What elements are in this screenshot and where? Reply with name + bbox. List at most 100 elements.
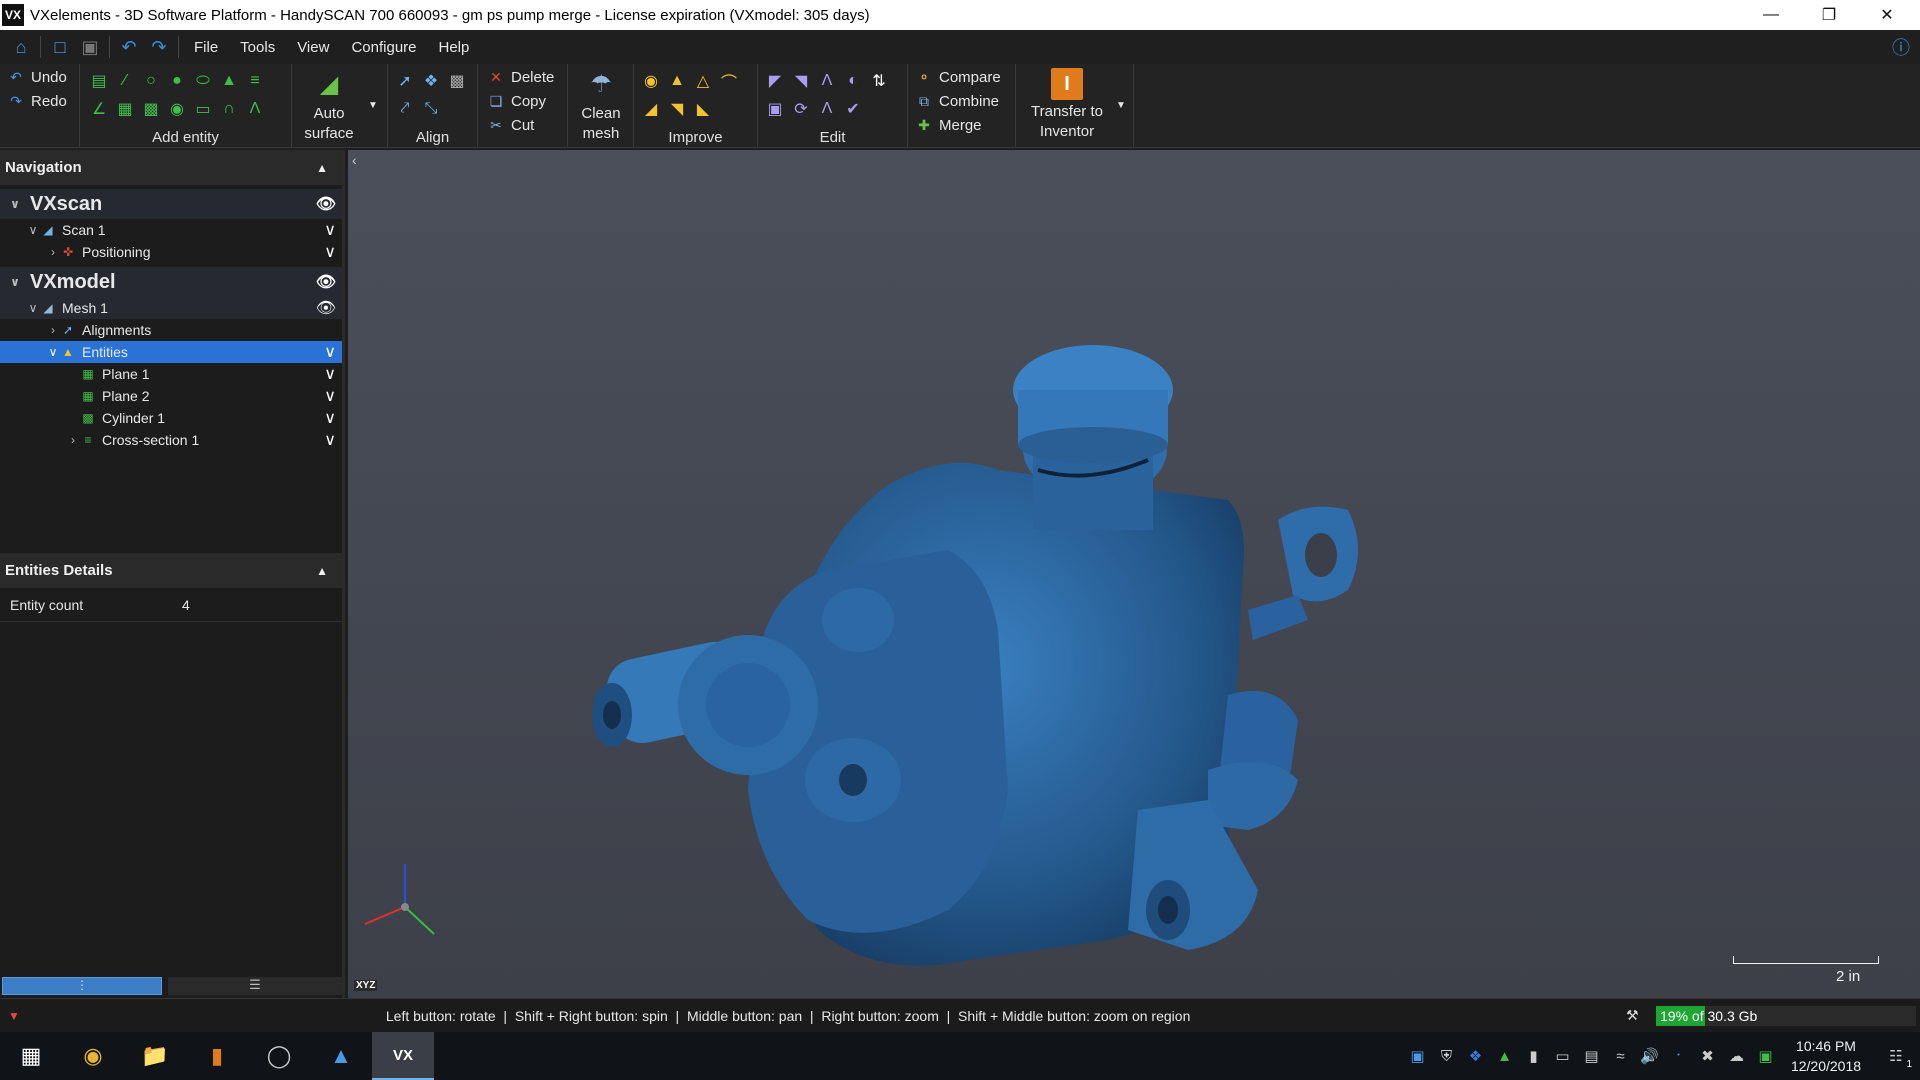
- cut-button[interactable]: ✂ Cut: [488, 117, 534, 134]
- tree-item-positioning[interactable]: › ✜ Positioning ∨: [0, 241, 342, 263]
- offset-icon[interactable]: ⟳: [790, 98, 812, 120]
- chevron-down-icon[interactable]: ∨: [26, 301, 40, 315]
- chevron-right-icon[interactable]: ›: [46, 323, 60, 337]
- eye-icon[interactable]: 👁: [316, 297, 336, 319]
- start-windows-icon[interactable]: ▦: [0, 1032, 62, 1080]
- file-explorer-icon[interactable]: 📁: [124, 1032, 186, 1080]
- auto-surface-button[interactable]: ◢ Auto surface: [296, 64, 362, 144]
- rectangle-entity-icon[interactable]: ▭: [192, 98, 214, 120]
- onedrive-icon[interactable]: ☁: [1722, 1032, 1751, 1080]
- autodesk-app-icon[interactable]: ▲: [310, 1032, 372, 1080]
- ellipse-entity-icon[interactable]: ⬭: [192, 70, 214, 92]
- display-icon[interactable]: ▤: [1577, 1032, 1606, 1080]
- battery-icon[interactable]: ▭: [1548, 1032, 1577, 1080]
- chevron-down-icon[interactable]: ∨: [324, 341, 336, 363]
- align-origin-icon[interactable]: ▩: [446, 70, 468, 92]
- google-drive-icon[interactable]: ▲: [1490, 1032, 1519, 1080]
- 3d-viewport[interactable]: ‹ XYZ 2 in: [348, 150, 1920, 998]
- validate-icon[interactable]: ✔: [842, 98, 864, 120]
- vxelements-app-icon[interactable]: VX: [372, 1032, 434, 1080]
- tree-item-entities[interactable]: ∨ ▲ Entities ∨: [0, 341, 342, 363]
- cylinder-entity-icon[interactable]: ▩: [140, 98, 162, 120]
- redo-icon[interactable]: ↷: [144, 32, 174, 62]
- mirror-icon[interactable]: ◐: [842, 70, 864, 92]
- network-icon[interactable]: ✖: [1693, 1032, 1722, 1080]
- point-entity-icon[interactable]: ●: [166, 70, 188, 92]
- list-view-toggle[interactable]: ☰: [168, 977, 342, 995]
- compare-button[interactable]: ⚬ Compare: [916, 69, 1001, 86]
- collapse-icon[interactable]: ▲: [316, 564, 328, 578]
- undo-icon[interactable]: ↶: [114, 32, 144, 62]
- grid-entity-icon[interactable]: ▦: [114, 98, 136, 120]
- thicken-icon[interactable]: Λ: [816, 98, 838, 120]
- polyline-entity-icon[interactable]: Λ: [244, 98, 266, 120]
- menu-file[interactable]: File: [183, 39, 229, 56]
- boolean-icon[interactable]: ▣: [764, 98, 786, 120]
- chevron-down-icon[interactable]: ∨: [46, 345, 60, 359]
- tree-item-alignments[interactable]: › ➚ Alignments: [0, 319, 342, 341]
- delete-button[interactable]: ✕ Delete: [488, 69, 554, 86]
- clean-mesh-button[interactable]: ☂ Clean mesh: [570, 64, 632, 144]
- fill-holes-icon[interactable]: ◉: [640, 70, 662, 92]
- clock[interactable]: 10:46 PM 12/20/2018: [1780, 1036, 1872, 1076]
- chevron-down-icon[interactable]: ∨: [0, 275, 30, 289]
- chevron-down-icon[interactable]: ∨: [0, 197, 30, 211]
- chevron-right-icon[interactable]: ›: [46, 245, 60, 259]
- chevron-down-icon[interactable]: ∨: [324, 385, 336, 407]
- cross-section-entity-icon[interactable]: ≡: [244, 70, 266, 92]
- dropbox-icon[interactable]: ❖: [1461, 1032, 1490, 1080]
- tree-item-plane1[interactable]: ▦ Plane 1 ∨: [0, 363, 342, 385]
- chevron-down-icon[interactable]: ∨: [324, 407, 336, 429]
- align-axis-icon[interactable]: ⤤: [394, 98, 416, 120]
- line-entity-icon[interactable]: ∕: [114, 70, 136, 92]
- security-shield-icon[interactable]: ⛨: [1432, 1032, 1461, 1080]
- sharpen-icon[interactable]: ◥: [666, 98, 688, 120]
- tree-view-toggle[interactable]: ⋮: [2, 977, 162, 995]
- eye-icon[interactable]: 👁: [316, 189, 336, 219]
- menu-tools[interactable]: Tools: [229, 39, 286, 56]
- new-file-icon[interactable]: □: [45, 32, 75, 62]
- save-icon[interactable]: ▣: [75, 32, 105, 62]
- chevron-down-icon[interactable]: ∨: [26, 223, 40, 237]
- tree-item-cross-section1[interactable]: › ≡ Cross-section 1 ∨: [0, 429, 342, 451]
- slot-entity-icon[interactable]: ∩: [218, 98, 240, 120]
- sphere-entity-icon[interactable]: ◉: [166, 98, 188, 120]
- tree-item-mesh1[interactable]: ∨ ◢ Mesh 1 👁: [0, 297, 342, 319]
- help-icon[interactable]: ⓘ: [1886, 32, 1916, 62]
- copy-button[interactable]: ❏ Copy: [488, 93, 546, 110]
- details-header[interactable]: Entities Details ▲: [0, 553, 342, 588]
- pump-mesh-model[interactable]: [592, 345, 1358, 966]
- close-button[interactable]: ✕: [1858, 0, 1916, 30]
- chrome-icon[interactable]: ◉: [62, 1032, 124, 1080]
- plane-entity-icon[interactable]: ▤: [88, 70, 110, 92]
- bridge-icon[interactable]: ⌒: [718, 70, 740, 92]
- align-points-icon[interactable]: ⤡: [420, 98, 442, 120]
- menu-help[interactable]: Help: [428, 39, 481, 56]
- split-icon[interactable]: ⇅: [868, 70, 890, 92]
- cone-entity-icon[interactable]: ▲: [218, 70, 240, 92]
- chevron-right-icon[interactable]: ›: [66, 433, 80, 447]
- decimate-icon[interactable]: △: [692, 70, 714, 92]
- transfer-to-inventor-button[interactable]: I Transfer to Inventor: [1022, 64, 1112, 142]
- chevron-down-icon[interactable]: ▼: [362, 94, 384, 116]
- chevron-down-icon[interactable]: ∨: [324, 241, 336, 263]
- bluetooth-icon[interactable]: ᛫: [1664, 1032, 1693, 1080]
- remove-spikes-icon[interactable]: ◢: [640, 98, 662, 120]
- obs-icon[interactable]: ◯: [248, 1032, 310, 1080]
- notifications-icon[interactable]: ☷ 1: [1872, 1032, 1920, 1080]
- tree-item-vxmodel[interactable]: ∨ VXmodel 👁: [0, 267, 342, 297]
- volume-icon[interactable]: 🔊: [1635, 1032, 1664, 1080]
- home-icon[interactable]: ⌂: [6, 32, 36, 62]
- chevron-down-icon[interactable]: ∨: [324, 219, 336, 241]
- navigation-header[interactable]: Navigation ▲: [0, 150, 342, 185]
- wifi-icon[interactable]: ≈: [1606, 1032, 1635, 1080]
- tree-item-scan1[interactable]: ∨ ◢ Scan 1 ∨: [0, 219, 342, 241]
- angle-entity-icon[interactable]: ∠: [88, 98, 110, 120]
- trim-icon[interactable]: ◤: [764, 70, 786, 92]
- tree-item-cylinder1[interactable]: ▩ Cylinder 1 ∨: [0, 407, 342, 429]
- usb-icon[interactable]: ▮: [1519, 1032, 1548, 1080]
- minimize-button[interactable]: —: [1742, 0, 1800, 30]
- collapse-icon[interactable]: ▲: [316, 161, 328, 175]
- smooth-icon[interactable]: ▲: [666, 70, 688, 92]
- eye-icon[interactable]: 👁: [316, 267, 336, 297]
